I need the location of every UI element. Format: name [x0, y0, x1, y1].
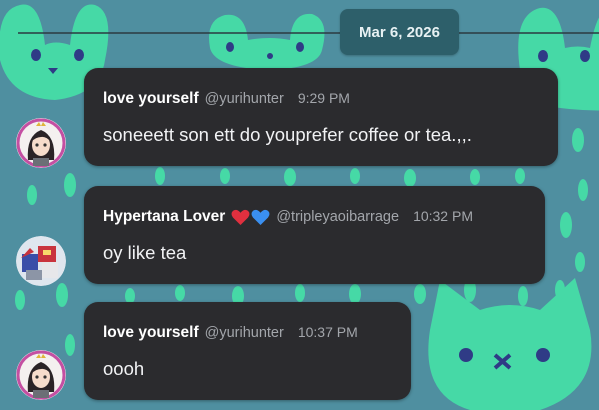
blue-heart-icon — [251, 209, 270, 225]
message-bubble[interactable]: love yourself @yurihunter 10:37 PM oooh — [84, 302, 411, 400]
message-handle[interactable]: @yurihunter — [205, 325, 284, 341]
anime-girl-avatar-icon — [16, 350, 66, 400]
message-username[interactable]: love yourself — [103, 324, 199, 342]
message-handle[interactable]: @tripleyaoibarrage — [276, 209, 399, 225]
username-decoration — [231, 209, 270, 226]
message-text: oooh — [103, 358, 145, 379]
message-text: soneeett son ett do youprefer coffee or … — [103, 124, 472, 145]
message-timestamp: 9:29 PM — [297, 90, 350, 106]
message-username[interactable]: Hypertana Lover — [103, 208, 225, 226]
message-timestamp: 10:32 PM — [413, 208, 473, 224]
message-bubble[interactable]: Hypertana Lover @tripleyaoibarrage 10:32… — [84, 186, 545, 284]
message-timestamp: 10:37 PM — [297, 324, 358, 340]
message-text: oy like tea — [103, 242, 187, 263]
message-header: Hypertana Lover @tripleyaoibarrage 10:32… — [103, 208, 473, 226]
message-username[interactable]: love yourself — [103, 90, 199, 108]
user-avatar[interactable] — [16, 236, 66, 286]
date-separator-label: Mar 6, 2026 — [359, 23, 440, 41]
robot-avatar-icon — [16, 236, 66, 286]
date-divider-line — [18, 32, 599, 34]
red-heart-icon — [231, 209, 250, 225]
message-header: love yourself @yurihunter 10:37 PM — [103, 324, 358, 342]
message-header: love yourself @yurihunter 9:29 PM — [103, 90, 350, 108]
message-bubble[interactable]: love yourself @yurihunter 9:29 PM soneee… — [84, 68, 558, 166]
user-avatar[interactable] — [16, 350, 66, 400]
user-avatar[interactable] — [16, 118, 66, 168]
anime-girl-avatar-icon — [16, 118, 66, 168]
message-handle[interactable]: @yurihunter — [205, 91, 284, 107]
date-separator: Mar 6, 2026 — [340, 9, 459, 55]
